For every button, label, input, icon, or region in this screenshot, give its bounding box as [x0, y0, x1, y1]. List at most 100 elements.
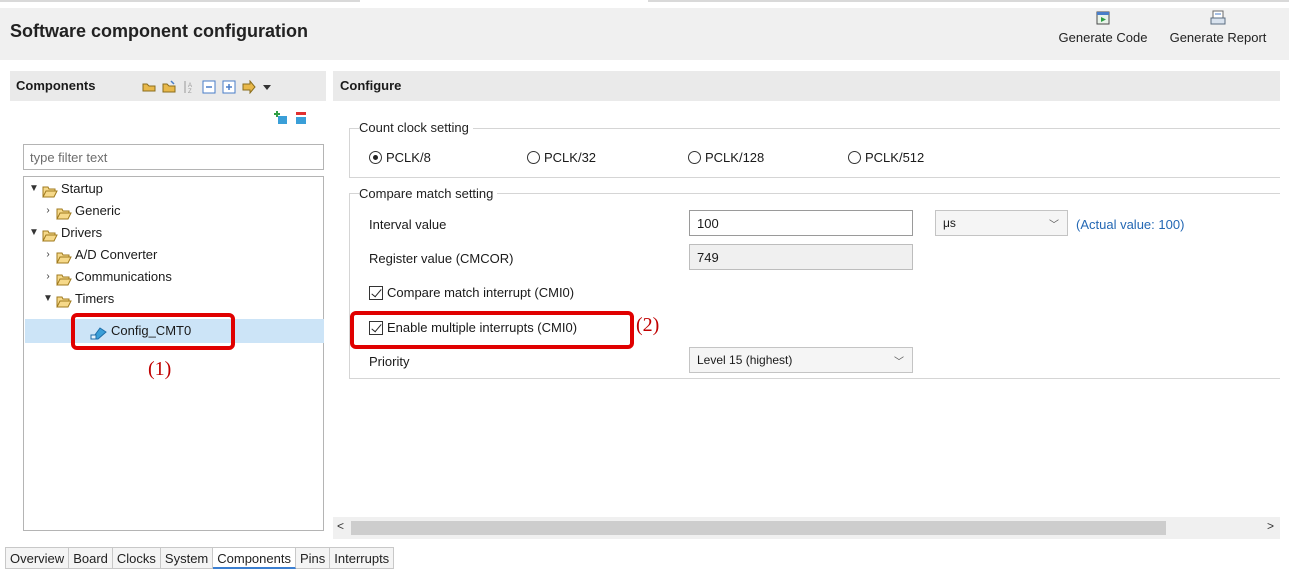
- tab-interrupts[interactable]: Interrupts: [330, 547, 395, 569]
- chevron-right-icon[interactable]: ›: [42, 266, 54, 288]
- tree-node-label: Startup: [61, 181, 103, 196]
- page-title: Software component configuration: [10, 21, 309, 41]
- collapse-tree-icon[interactable]: [202, 80, 216, 94]
- tab-board[interactable]: Board: [69, 547, 113, 569]
- top-edge: [0, 0, 1289, 8]
- top-edge-segment: [0, 0, 360, 2]
- filter-input[interactable]: type filter text: [23, 144, 324, 170]
- generate-code-label: Generate Code: [1058, 30, 1148, 45]
- scrollbar-thumb[interactable]: [351, 521, 1166, 535]
- chevron-down-icon[interactable]: ▼: [28, 178, 40, 200]
- svg-text:Z: Z: [188, 89, 192, 94]
- callout-2: (2): [636, 314, 660, 336]
- scroll-right-icon[interactable]: >: [1267, 519, 1274, 533]
- radio-pclk-512[interactable]: PCLK/512: [848, 150, 924, 165]
- radio-label: PCLK/32: [544, 150, 597, 165]
- tab-system[interactable]: System: [160, 547, 214, 569]
- configure-panel: Count clock setting PCLK/8 PCLK/32 PCLK/…: [333, 101, 1280, 519]
- radio-label: PCLK/128: [705, 150, 765, 165]
- components-toolbar: AZ: [142, 79, 272, 95]
- scroll-left-icon[interactable]: <: [337, 519, 344, 533]
- folder-open-icon: [56, 293, 72, 308]
- chevron-down-icon[interactable]: ▼: [28, 222, 40, 244]
- tree-node-ad-converter[interactable]: › A/D Converter: [42, 244, 157, 266]
- tree-node-drivers[interactable]: ▼ Drivers: [28, 222, 102, 244]
- radio-pclk-128[interactable]: PCLK/128: [688, 150, 764, 165]
- component-tree: ▼ Startup › Generic ▼ Drivers › A/D Conv…: [23, 176, 324, 531]
- actual-value-text: (Actual value: 100): [1076, 217, 1185, 232]
- components-panel-header: Components AZ: [10, 71, 326, 101]
- radio-dot: [527, 151, 540, 164]
- tree-node-label: A/D Converter: [75, 247, 158, 262]
- tree-node-startup[interactable]: ▼ Startup: [28, 178, 103, 200]
- expand-tree-icon[interactable]: [222, 80, 236, 94]
- chevron-down-icon[interactable]: ▼: [42, 288, 54, 310]
- folder-open-icon: [56, 205, 72, 220]
- priority-value: Level 15 (highest): [697, 353, 793, 367]
- priority-label: Priority: [369, 354, 410, 369]
- interval-value-label: Interval value: [369, 217, 447, 232]
- highlight-box-1: [71, 313, 235, 350]
- link-editor-icon[interactable]: [242, 79, 256, 95]
- folder-open-icon: [42, 227, 58, 242]
- generate-code-icon: [1095, 10, 1111, 26]
- interval-value-input[interactable]: 100: [689, 210, 913, 236]
- tab-components[interactable]: Components: [213, 547, 296, 569]
- tree-node-label: Timers: [75, 291, 115, 306]
- generate-report-button[interactable]: Generate Report: [1160, 10, 1276, 56]
- chevron-right-icon[interactable]: ›: [42, 244, 54, 266]
- unit-value: μs: [943, 216, 956, 230]
- view-menu-chevron-icon[interactable]: [262, 80, 272, 94]
- folder-open-icon: [56, 249, 72, 264]
- tree-node-timers[interactable]: ▼ Timers: [42, 288, 114, 310]
- tree-node-label: Generic: [75, 203, 121, 218]
- generate-report-label: Generate Report: [1169, 30, 1267, 45]
- generate-report-icon: [1210, 10, 1226, 26]
- radio-pclk-8[interactable]: PCLK/8: [369, 150, 431, 165]
- chevron-down-icon: ﹀: [894, 357, 904, 368]
- tab-overview[interactable]: Overview: [5, 547, 70, 569]
- radio-dot: [848, 151, 861, 164]
- highlight-box-2: [350, 311, 634, 349]
- top-edge-segment: [648, 0, 1289, 2]
- tree-node-label: Communications: [75, 269, 172, 284]
- compare-match-label: Compare match setting: [359, 186, 498, 201]
- folder-open-icon: [56, 271, 72, 286]
- collapse-all-icon[interactable]: [142, 80, 156, 94]
- page-header: Software component configuration Generat…: [0, 8, 1289, 60]
- configure-title: Configure: [340, 78, 402, 93]
- radio-dot: [369, 151, 382, 164]
- components-title: Components: [16, 78, 96, 93]
- chevron-down-icon: ﹀: [1049, 220, 1059, 231]
- cmi-interrupt-checkbox[interactable]: Compare match interrupt (CMI0): [369, 285, 574, 300]
- interval-unit-select[interactable]: μs ﹀: [935, 210, 1068, 236]
- count-clock-group: [349, 128, 1280, 178]
- add-component-icon[interactable]: [274, 111, 288, 128]
- configure-panel-header: Configure: [333, 71, 1280, 101]
- count-clock-label: Count clock setting: [359, 120, 473, 135]
- component-actions: [274, 111, 308, 128]
- horizontal-scrollbar[interactable]: < >: [333, 517, 1280, 539]
- radio-pclk-32[interactable]: PCLK/32: [527, 150, 596, 165]
- folder-open-icon: [42, 183, 58, 198]
- tab-clocks[interactable]: Clocks: [112, 547, 161, 569]
- radio-label: PCLK/8: [386, 150, 431, 165]
- tree-node-communications[interactable]: › Communications: [42, 266, 172, 288]
- callout-1: (1): [148, 358, 172, 380]
- expand-all-icon[interactable]: [162, 80, 176, 94]
- remove-component-icon[interactable]: [294, 111, 308, 128]
- tree-node-label: Drivers: [61, 225, 103, 240]
- checkbox-box: [369, 285, 383, 300]
- generate-code-button[interactable]: Generate Code: [1053, 10, 1153, 56]
- register-value-field: 749: [689, 244, 913, 270]
- tab-pins[interactable]: Pins: [295, 547, 331, 569]
- chevron-right-icon[interactable]: ›: [42, 200, 54, 222]
- checkbox-label: Compare match interrupt (CMI0): [387, 285, 575, 300]
- editor-tabs: Overview Board Clocks System Components …: [5, 547, 395, 571]
- register-value-label: Register value (CMCOR): [369, 251, 514, 266]
- priority-select[interactable]: Level 15 (highest) ﹀: [689, 347, 913, 373]
- sort-icon[interactable]: AZ: [182, 80, 196, 95]
- tree-node-generic[interactable]: › Generic: [42, 200, 121, 222]
- radio-dot: [688, 151, 701, 164]
- radio-label: PCLK/512: [865, 150, 925, 165]
